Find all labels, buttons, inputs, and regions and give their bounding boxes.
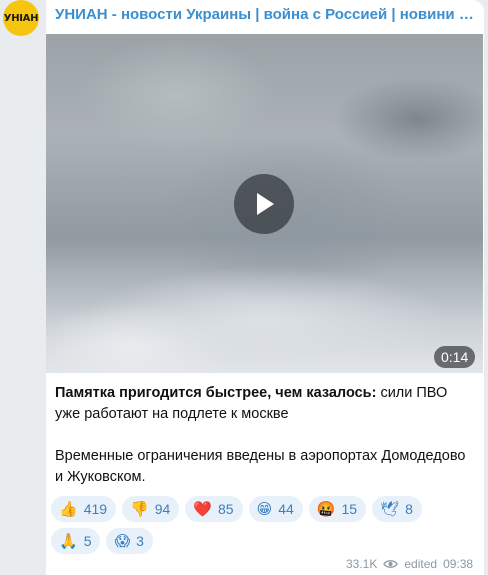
reaction-heart[interactable]: ❤️ 85 [185, 496, 243, 522]
reaction-thumbs-down[interactable]: 👎 94 [122, 496, 180, 522]
scream-face-icon: 😱 [114, 531, 131, 550]
eye-icon [383, 560, 399, 568]
message-meta: 33.1K edited 09:38 [346, 557, 476, 571]
reaction-count: 419 [83, 501, 108, 517]
reaction-grin[interactable]: 😁 44 [248, 496, 303, 522]
pray-icon: 🙏 [59, 531, 78, 550]
reactions-bar: 👍 419 👎 94 ❤️ 85 😁 44 🤬 15 🕊 8 🙏 5 😱 3 [51, 496, 471, 554]
play-icon [257, 193, 274, 215]
reaction-scream[interactable]: 😱 3 [106, 528, 153, 554]
reaction-count: 85 [218, 501, 234, 517]
heart-icon: ❤️ [193, 499, 212, 518]
reaction-count: 44 [278, 501, 294, 517]
reaction-dove[interactable]: 🕊 8 [372, 496, 422, 522]
reaction-count: 8 [405, 501, 413, 517]
avatar-logo-text: УНIАН [3, 12, 39, 24]
swearing-face-icon: 🤬 [316, 499, 336, 518]
message-bold-intro: Памятка пригодится быстрее, чем казалось… [55, 385, 377, 401]
message-paragraph-2: Временные ограничения введены в аэропорт… [55, 448, 466, 485]
play-button[interactable] [234, 174, 294, 234]
channel-name[interactable]: УНИАН - новости Украины | война с Россие… [55, 6, 480, 23]
reaction-count: 15 [341, 501, 358, 517]
channel-avatar[interactable]: УНIАН [3, 0, 39, 36]
thumbs-down-icon: 👎 [130, 499, 149, 518]
message-paragraph-1: Памятка пригодится быстрее, чем казалось… [55, 383, 475, 425]
message-time: 09:38 [443, 557, 474, 571]
reaction-count: 5 [83, 533, 92, 549]
thumbs-up-icon: 👍 [59, 499, 78, 518]
reaction-pray[interactable]: 🙏 5 [51, 528, 101, 554]
dove-icon: 🕊 [380, 499, 400, 518]
message-text: Памятка пригодится быстрее, чем казалось… [55, 383, 475, 488]
reaction-thumbs-up[interactable]: 👍 419 [51, 496, 117, 522]
grin-face-icon: 😁 [256, 499, 273, 518]
edited-label: edited [404, 557, 438, 571]
view-count: 33.1K [346, 557, 378, 571]
video-duration: 0:14 [434, 346, 476, 368]
reaction-count: 94 [154, 501, 171, 517]
reaction-count: 3 [136, 533, 144, 549]
reaction-swearing[interactable]: 🤬 15 [308, 496, 367, 522]
